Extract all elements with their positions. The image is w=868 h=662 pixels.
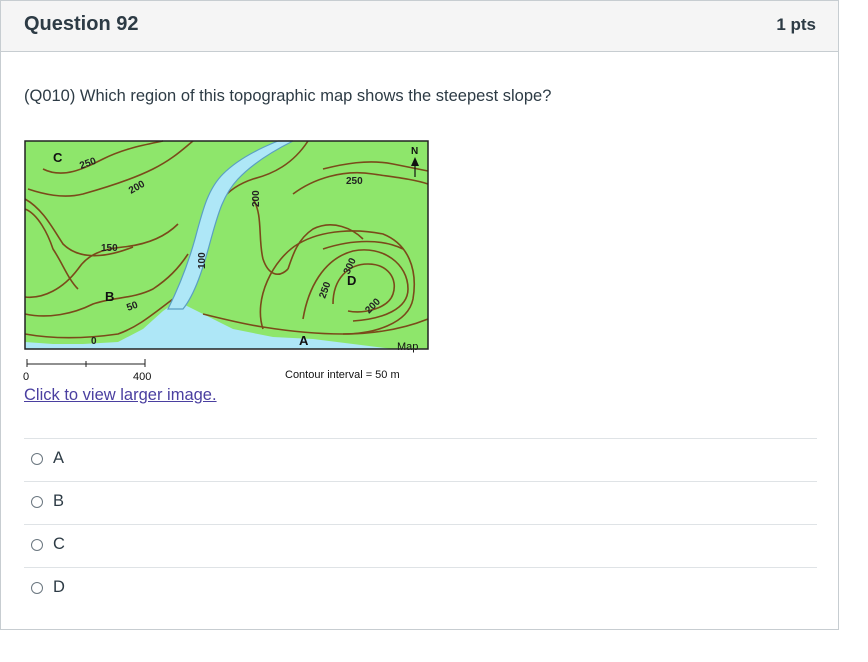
answer-option-d[interactable]: D (24, 567, 817, 610)
answer-option-c[interactable]: C (24, 524, 817, 567)
scale-end-label: 400 (133, 371, 151, 383)
scale-start-label: 0 (23, 371, 29, 383)
question-title: Question 92 (24, 13, 139, 35)
region-label-a: A (299, 333, 309, 348)
contour-label-200-mid: 200 (251, 190, 262, 207)
answer-label-c: C (53, 535, 65, 553)
question-points: 1 pts (776, 15, 816, 34)
answer-label-a: A (53, 449, 65, 467)
answer-option-a[interactable]: A (24, 438, 817, 481)
topographic-map-image[interactable]: 250 200 150 50 0 100 200 250 250 300 200… (23, 139, 433, 389)
radio-button-d[interactable] (31, 582, 43, 594)
contour-interval-label: Contour interval = 50 m (285, 369, 400, 381)
region-label-d: D (347, 273, 356, 288)
question-card: Question 92 1 pts (Q010) Which region of… (0, 0, 839, 630)
map-label: Map (397, 341, 418, 353)
scale-bar (26, 359, 146, 367)
radio-button-b[interactable] (31, 496, 43, 508)
answer-option-b[interactable]: B (24, 481, 817, 524)
view-larger-image-link[interactable]: Click to view larger image. (24, 386, 217, 405)
contour-label-250-right: 250 (346, 176, 363, 187)
contour-label-0: 0 (91, 336, 97, 347)
north-label: N (411, 146, 418, 157)
radio-button-c[interactable] (31, 539, 43, 551)
radio-button-a[interactable] (31, 453, 43, 465)
answer-list: A B C D (24, 438, 817, 610)
region-label-b: B (105, 289, 114, 304)
contour-label-100: 100 (197, 252, 208, 269)
question-text: (Q010) Which region of this topographic … (24, 87, 552, 105)
answer-label-d: D (53, 578, 65, 596)
answer-label-b: B (53, 492, 65, 510)
contour-label-150: 150 (101, 243, 118, 254)
region-label-c: C (53, 150, 63, 165)
question-header: Question 92 1 pts (1, 1, 838, 52)
